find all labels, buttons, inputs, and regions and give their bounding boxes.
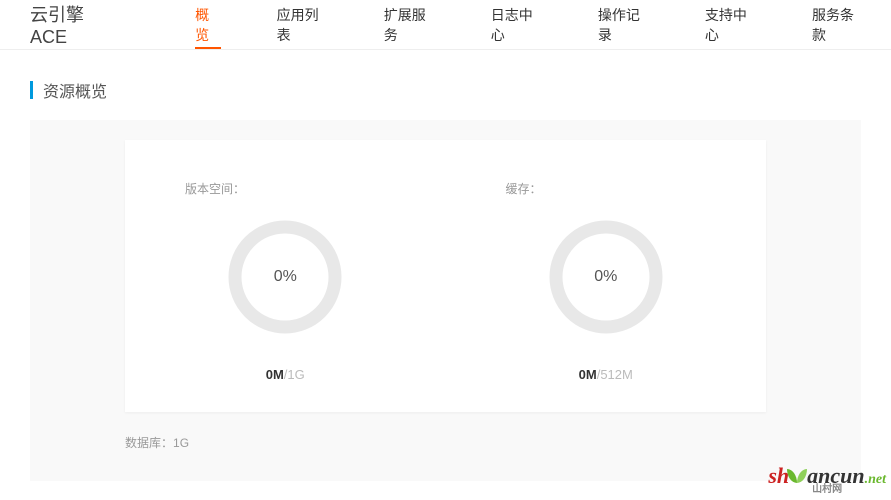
nav-support[interactable]: 支持中心 [677,0,784,49]
nav-overview[interactable]: 概览 [167,0,249,49]
header: 云引擎ACE 概览 应用列表 扩展服务 日志中心 操作记录 支持中心 服务条款 [0,0,891,50]
watermark-logo: shancun.net 山村网 [768,465,886,495]
leaf-icon [787,469,807,483]
section-accent-bar [30,81,33,99]
usage-total: /512M [597,367,633,382]
donut-percent: 0% [594,268,617,286]
panel-wrapper: 版本空间： 0% 0M/1G 缓存： [0,120,891,481]
usage-used: 0M [579,367,597,382]
nav-operation-log[interactable]: 操作记录 [570,0,677,49]
section-title-text: 资源概览 [43,78,107,102]
section-header: 资源概览 [0,50,891,120]
donut-percent: 0% [274,268,297,286]
brand-title: 云引擎ACE [30,1,117,48]
nav-label: 概览 [195,5,221,45]
db-info-row: 数据库：1G [125,434,766,451]
usage-text: 0M/1G [266,367,305,382]
nav-label: 日志中心 [491,5,542,45]
nav-label: 应用列表 [277,5,328,45]
nav-log-center[interactable]: 日志中心 [463,0,570,49]
nav-label: 支持中心 [705,5,756,45]
nav-label: 操作记录 [598,5,649,45]
donut-chart: 0% [225,217,345,337]
chart-card: 版本空间： 0% 0M/1G 缓存： [125,140,766,412]
usage-text: 0M/512M [579,367,633,382]
watermark-net: .net [865,472,886,487]
nav-app-list[interactable]: 应用列表 [249,0,356,49]
db-value: 1G [173,436,189,450]
db-label: 数据库： [125,436,173,450]
watermark-sh: sh [768,463,789,488]
chart-version-space: 版本空间： 0% 0M/1G [125,180,446,382]
charts-row: 版本空间： 0% 0M/1G 缓存： [125,180,766,382]
donut-chart: 0% [546,217,666,337]
chart-title: 版本空间： [185,180,245,197]
resource-panel: 版本空间： 0% 0M/1G 缓存： [30,120,861,481]
nav-label: 扩展服务 [384,5,435,45]
nav-tabs: 概览 应用列表 扩展服务 日志中心 操作记录 支持中心 服务条款 [167,0,891,49]
nav-label: 服务条款 [812,5,863,45]
chart-cache: 缓存： 0% 0M/512M [446,180,767,382]
usage-used: 0M [266,367,284,382]
chart-title: 缓存： [506,180,542,197]
nav-tos[interactable]: 服务条款 [784,0,891,49]
usage-total: /1G [284,367,305,382]
nav-extension[interactable]: 扩展服务 [356,0,463,49]
